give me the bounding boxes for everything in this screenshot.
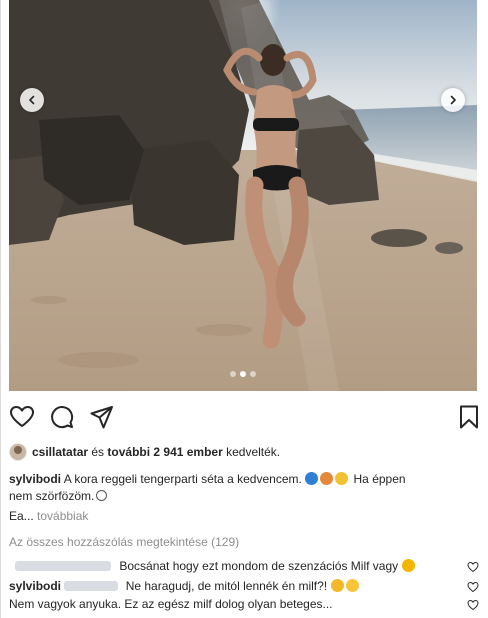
like-heart-icon[interactable] — [9, 404, 35, 430]
laughing-emoji-icon — [345, 579, 359, 592]
chevron-right-icon — [450, 95, 456, 105]
carousel-dot-active — [240, 371, 246, 377]
save-bookmark-icon[interactable] — [456, 404, 482, 430]
carousel-dot — [230, 371, 236, 377]
surfer-emoji-icon — [305, 472, 319, 485]
likes-suffix: kedvelték. — [222, 445, 281, 459]
carousel-indicator — [9, 371, 477, 377]
comment-row: Nem vagyok anyuka. Ez az egész milf dolo… — [9, 597, 479, 615]
caption-text: A kora reggeli tengerparti séta a kedven… — [63, 472, 302, 486]
caption-text-line3: Ea... — [9, 509, 34, 523]
comment-like-heart-icon[interactable] — [467, 561, 479, 573]
caption-line: Ea... továbbiak — [9, 509, 88, 523]
caption-text-cont: Ha éppen — [353, 472, 406, 486]
likes-connector: és — [88, 445, 108, 459]
post-photo[interactable] — [9, 0, 477, 391]
comment-row: sylvibodi Ne haragudj, de mitól lennék é… — [9, 579, 479, 597]
carousel-next-button[interactable] — [441, 88, 465, 112]
carousel-dot — [250, 371, 256, 377]
shell-emoji-icon — [320, 472, 334, 485]
star-struck-emoji-icon — [401, 559, 415, 572]
action-bar — [9, 404, 478, 430]
blurred-username — [15, 561, 111, 571]
comment-text: Nem vagyok anyuka. Ez az egész milf dolo… — [9, 597, 333, 611]
instagram-post: csillatatar és további 2 941 ember kedve… — [0, 0, 488, 618]
comment-text: Ne haragudj, de mitól lennék én milf?! — [125, 579, 328, 593]
caption-text-line2: nem szörfözöm. — [9, 489, 95, 503]
liker-username[interactable]: csillatatar — [32, 445, 88, 459]
carousel-prev-button[interactable] — [20, 88, 44, 112]
avatar[interactable] — [9, 443, 27, 461]
likes-summary: csillatatar és további 2 941 ember kedve… — [9, 443, 280, 461]
comment-row: Bocsánat hogy ezt mondom de szenzációs M… — [9, 559, 479, 577]
beach-photo — [9, 0, 477, 391]
chevron-left-icon — [29, 95, 35, 105]
comment-username[interactable]: sylvibodi — [9, 579, 61, 593]
comment-like-heart-icon[interactable] — [467, 599, 479, 611]
more-link[interactable]: továbbiak — [37, 509, 88, 523]
view-all-comments-link[interactable]: Az összes hozzászólás megtekintése (129) — [9, 535, 239, 549]
caption: sylvibodi A kora reggeli tengerparti sét… — [9, 472, 406, 486]
thinking-emoji-icon — [330, 579, 344, 592]
likes-others-count[interactable]: további 2 941 ember — [107, 445, 222, 459]
divider — [0, 0, 1, 618]
blurred-mention — [64, 581, 119, 591]
caption-line: nem szörfözöm. — [9, 489, 108, 503]
comment-icon[interactable] — [49, 404, 75, 430]
comment-text: Bocsánat hogy ezt mondom de szenzációs M… — [119, 559, 399, 573]
share-paper-plane-icon[interactable] — [89, 404, 115, 430]
person-emoji-icon — [335, 472, 349, 485]
caption-username[interactable]: sylvibodi — [9, 472, 61, 486]
smile-emoji-icon — [96, 490, 108, 501]
comment-like-heart-icon[interactable] — [467, 581, 479, 593]
